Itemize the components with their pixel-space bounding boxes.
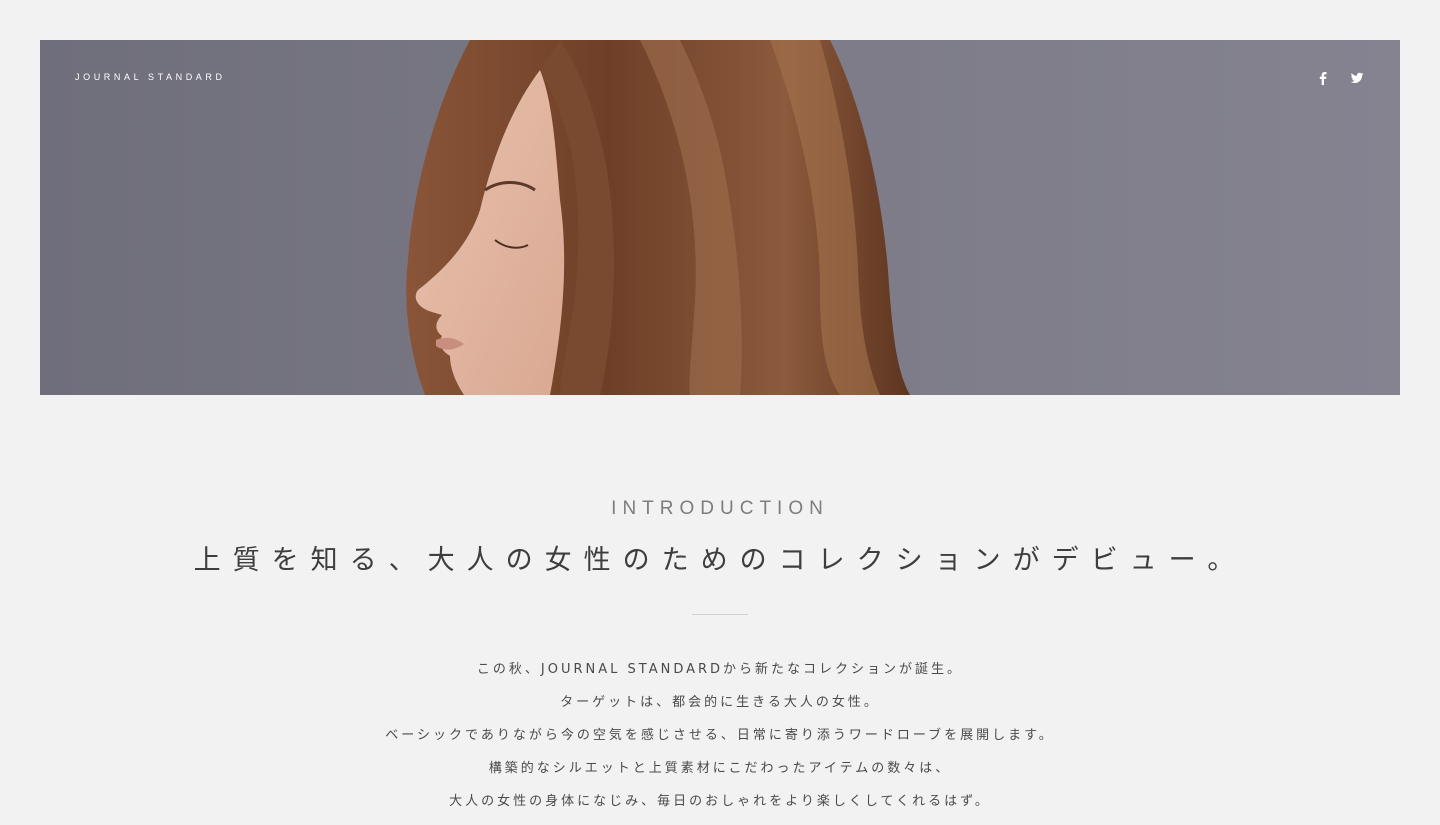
body-line: 大人の女性の身体になじみ、毎日のおしゃれをより楽しくしてくれるはず。 [449,794,991,809]
hero-banner: JOURNAL STANDARD [40,40,1400,395]
body-line: 構築的なシルエットと上質素材にこだわったアイテムの数々は、 [488,761,952,776]
section-headline: 上質を知る、大人の女性のためのコレクションがデビュー。 [193,545,1247,576]
social-links [1316,70,1364,85]
brand-logo[interactable]: JOURNAL STANDARD [75,72,226,82]
hero-portrait-image [406,40,910,395]
twitter-icon[interactable] [1350,70,1364,84]
body-line: ターゲットは、都会的に生きる大人の女性。 [560,695,880,710]
divider [692,614,748,615]
body-line: ベーシックでありながら今の空気を感じさせる、日常に寄り添うワードローブを展開しま… [385,728,1055,743]
section-label: INTRODUCTION [611,498,829,519]
body-line: この秋、JOURNAL STANDARDから新たなコレクションが誕生。 [476,662,964,677]
intro-body: この秋、JOURNAL STANDARDから新たなコレクションが誕生。 ターゲッ… [0,660,1440,825]
facebook-icon[interactable] [1316,70,1330,85]
